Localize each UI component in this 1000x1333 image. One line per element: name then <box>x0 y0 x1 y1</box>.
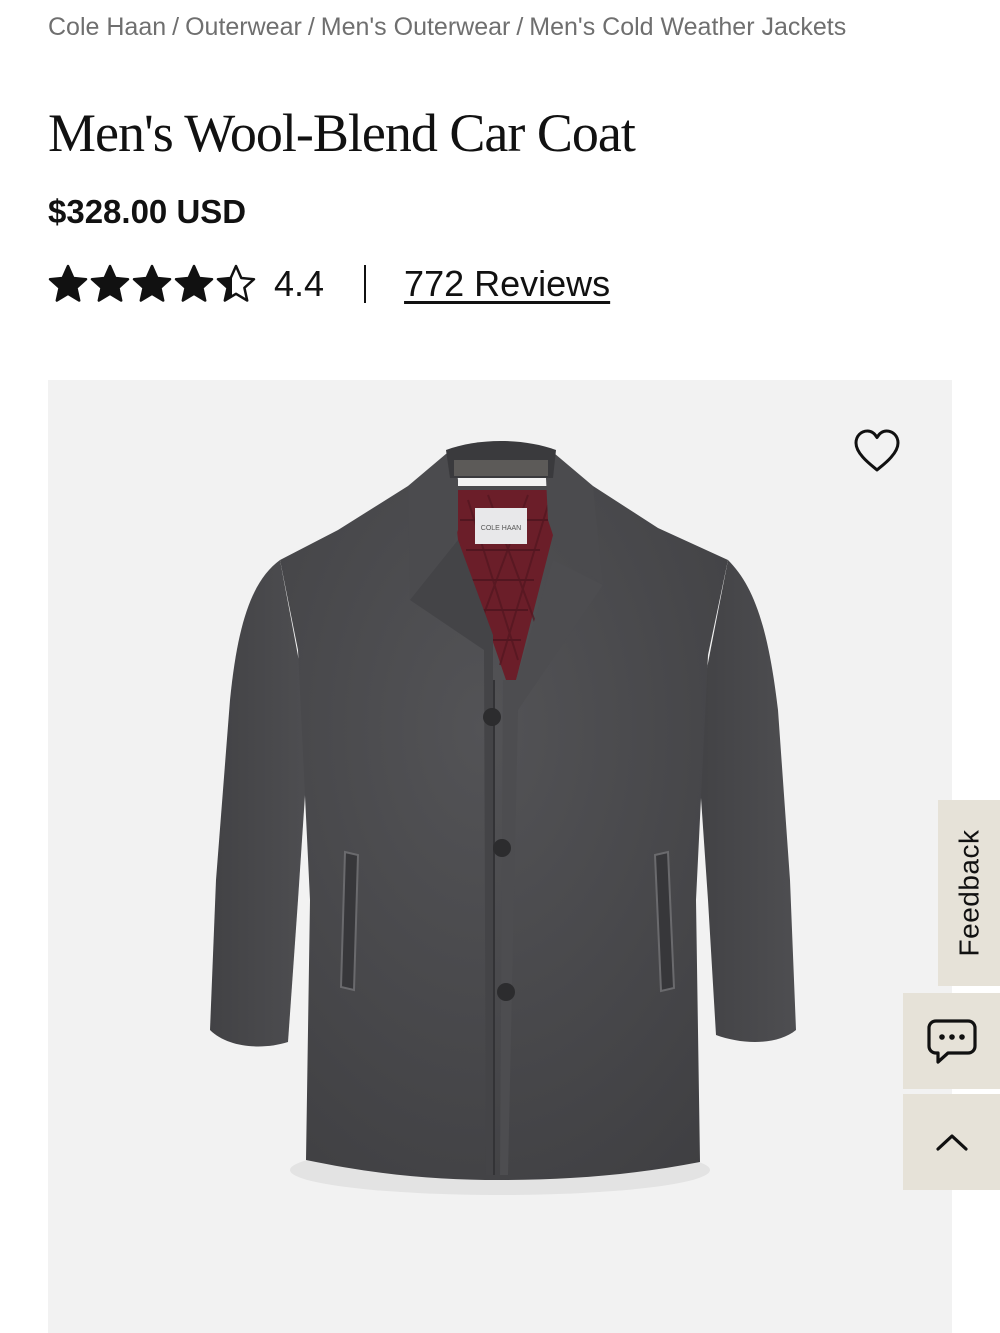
star-icon <box>48 264 88 302</box>
feedback-tab[interactable]: Feedback <box>938 800 1000 986</box>
wishlist-button[interactable] <box>852 428 902 474</box>
heart-icon <box>854 429 900 472</box>
coat-illustration: COLE HAAN <box>210 441 796 1195</box>
coat-brand-label: COLE HAAN <box>481 525 521 532</box>
breadcrumb-link-outerwear[interactable]: Outerwear <box>185 13 302 41</box>
breadcrumb-link-mens-cold-weather-jackets[interactable]: Men's Cold Weather Jackets <box>529 13 846 41</box>
product-price: $328.00 USD <box>48 193 247 230</box>
product-title: Men's Wool-Blend Car Coat <box>48 103 636 163</box>
reviews-link[interactable]: 772 Reviews <box>404 263 610 305</box>
rating-divider <box>364 265 367 303</box>
product-image[interactable]: COLE HAAN <box>48 380 952 1333</box>
star-rating <box>48 264 256 304</box>
chat-bubble-icon <box>926 1019 977 1064</box>
star-icon <box>216 264 256 302</box>
star-icon <box>90 264 130 302</box>
breadcrumb: Cole Haan / Outerwear / Men's Outerwear / Men'… <box>48 10 928 44</box>
rating-value: 4.4 <box>274 263 325 304</box>
breadcrumb-link-cole-haan[interactable]: Cole Haan <box>48 13 166 41</box>
chevron-up-icon <box>935 1134 968 1151</box>
breadcrumb-separator: / <box>172 13 180 41</box>
breadcrumb-separator: / <box>516 13 524 41</box>
breadcrumb-separator: / <box>307 13 315 41</box>
product-rating: 4.4 772 Reviews <box>48 262 610 306</box>
breadcrumb-link-mens-outerwear[interactable]: Men's Outerwear <box>321 13 511 41</box>
feedback-label: Feedback <box>953 829 984 957</box>
star-icon <box>174 264 214 302</box>
chat-button[interactable] <box>903 993 1000 1089</box>
star-icon <box>132 264 172 302</box>
back-to-top-button[interactable] <box>903 1094 1000 1190</box>
